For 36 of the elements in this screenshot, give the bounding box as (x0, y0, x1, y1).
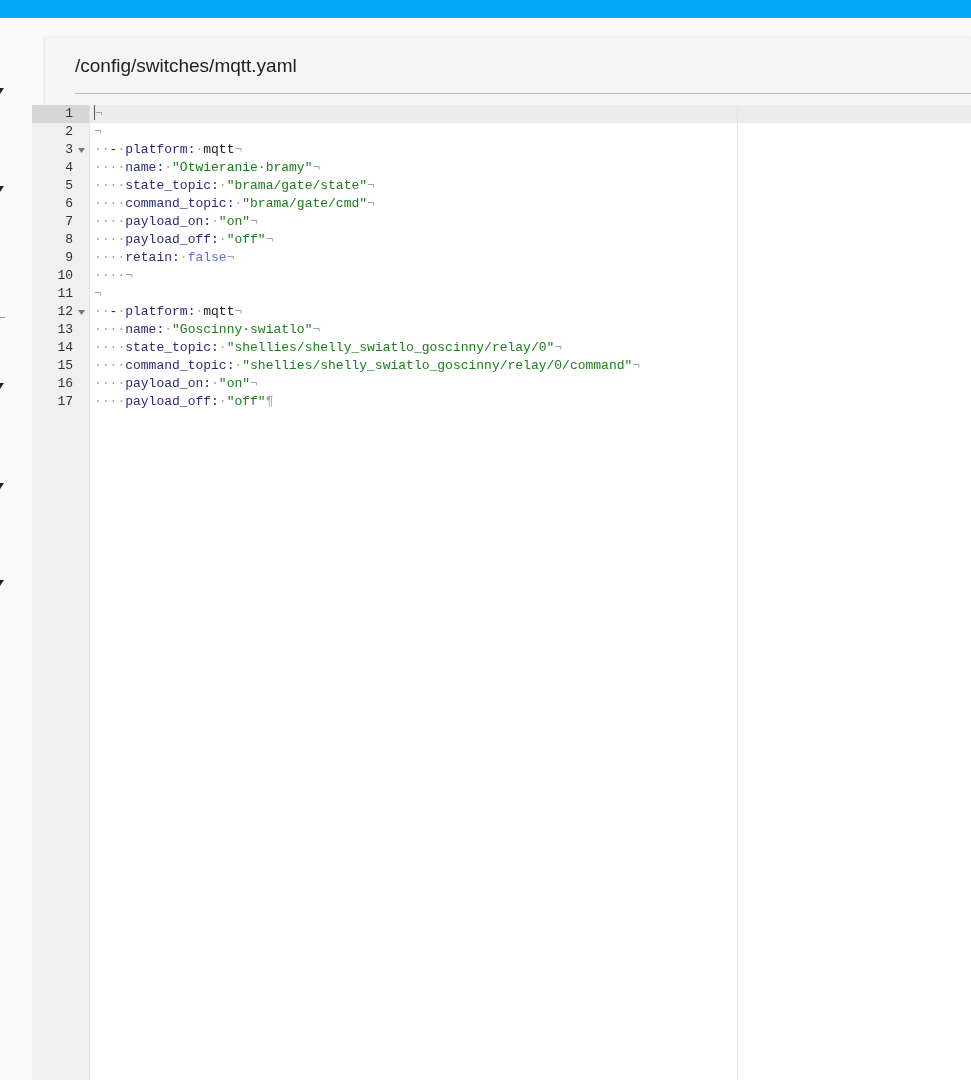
code-line: ¬ (93, 123, 103, 141)
line-number: 13 (57, 321, 73, 339)
line-number: 7 (65, 213, 73, 231)
code-line: ··-·platform:·mqtt¬ (93, 303, 244, 321)
code-line: ¬ (93, 285, 103, 303)
line-number: 14 (57, 339, 73, 357)
code-line: ····command_topic:·"brama/gate/cmd"¬ (93, 195, 376, 213)
line-number: 1 (65, 105, 73, 123)
line-number: 8 (65, 231, 73, 249)
line-number: 17 (57, 393, 73, 411)
line-number: 3 (65, 141, 73, 159)
file-path-title: /config/switches/mqtt.yaml (75, 37, 971, 94)
code-line: ····payload_on:·"on"¬ (93, 375, 259, 393)
code-line: ····name:·"Goscinny·swiatlo"¬ (93, 321, 322, 339)
code-line: ····command_topic:·"shellies/shelly_swiatlo_goscinny/relay/0/command"¬ (93, 357, 642, 375)
code-line: ····payload_on:·"on"¬ (93, 213, 259, 231)
line-number: 4 (65, 159, 73, 177)
code-line: ····retain:·false¬ (93, 249, 236, 267)
line-number: 2 (65, 123, 73, 141)
code-line: ··-·platform:·mqtt¬ (93, 141, 244, 159)
fold-icon[interactable] (78, 148, 85, 153)
line-number: 12 (57, 303, 73, 321)
line-number: 15 (57, 357, 73, 375)
line-number: 16 (57, 375, 73, 393)
line-number: 9 (65, 249, 73, 267)
fold-icon[interactable] (78, 310, 85, 315)
code-line: ····name:·"Otwieranie·bramy"¬ (93, 159, 322, 177)
code-line: ····state_topic:·"shellies/shelly_swiatlo_goscinny/relay/0"¬ (93, 339, 564, 357)
line-number: 5 (65, 177, 73, 195)
line-number: 10 (57, 267, 73, 285)
code-line: ····payload_off:·"off"¶ (93, 393, 275, 411)
code-line: ····¬ (93, 267, 134, 285)
line-number: 6 (65, 195, 73, 213)
code-line: ····payload_off:·"off"¬ (93, 231, 275, 249)
code-line: ····state_topic:·"brama/gate/state"¬ (93, 177, 376, 195)
line-number: 11 (57, 285, 73, 303)
